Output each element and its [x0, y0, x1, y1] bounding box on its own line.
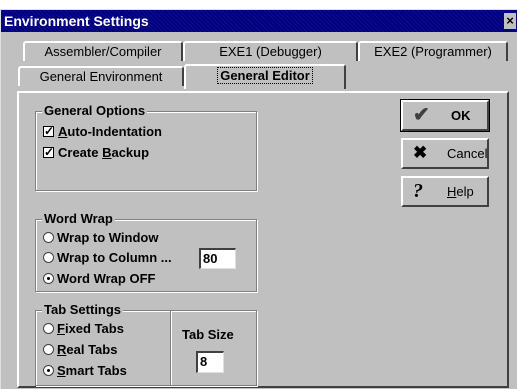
accel-letter: A [58, 124, 68, 139]
option-label: ixed Tabs [64, 321, 124, 336]
group-legend: Tab Settings [42, 302, 124, 318]
accel-letter: H [447, 184, 457, 199]
radio-icon [43, 232, 54, 243]
option-label: Word Wrap OFF [57, 271, 156, 286]
word-wrap-group: Word Wrap Wrap to Window Wrap to Column … [35, 211, 257, 292]
word-wrap-off-radio[interactable]: Word Wrap OFF [43, 271, 155, 287]
title-bar[interactable]: Environment Settings × [1, 10, 517, 32]
option-label: uto-Indentation [67, 124, 162, 139]
accel-letter: F [57, 321, 65, 336]
help-button[interactable]: ? Help [401, 176, 489, 207]
auto-indentation-checkbox[interactable]: Auto-Indentation [43, 123, 162, 140]
radio-icon [43, 323, 54, 334]
wrap-column-input[interactable]: 80 [199, 248, 236, 269]
radio-selected-icon [43, 273, 54, 284]
tab-label: General Editor [217, 67, 313, 84]
tab-label: EXE2 (Programmer) [374, 44, 492, 59]
tab-size-label: Tab Size [182, 327, 234, 342]
wrap-to-window-radio[interactable]: Wrap to Window [43, 230, 158, 246]
checkbox-checked-icon [43, 123, 54, 139]
tab-settings-group: Tab Settings Fixed Tabs Real Tabs Smart … [35, 302, 257, 386]
tab-size-box: Tab Size 8 [170, 310, 257, 386]
checkbox-checked-icon [43, 144, 54, 160]
close-icon[interactable]: × [504, 13, 516, 29]
group-legend: Word Wrap [42, 211, 115, 227]
option-label: Wrap to Window [57, 230, 159, 245]
tab-exe1-debugger[interactable]: EXE1 (Debugger) [183, 41, 358, 61]
radio-icon [43, 252, 54, 263]
checkmark-icon: ✔ [413, 104, 430, 126]
accel-letter: S [57, 363, 66, 378]
wrap-to-column-radio[interactable]: Wrap to Column ... [43, 250, 172, 266]
smart-tabs-radio[interactable]: Smart Tabs [43, 363, 127, 379]
tab-exe2-programmer[interactable]: EXE2 (Programmer) [358, 41, 508, 61]
tab-general-editor[interactable]: General Editor [184, 64, 346, 89]
radio-selected-icon [43, 365, 54, 376]
radio-icon [43, 344, 54, 355]
option-label: Create [58, 145, 103, 160]
tab-label: General Environment [39, 69, 163, 84]
general-options-group: General Options Auto-Indentation Create … [35, 103, 257, 191]
option-label: mart Tabs [65, 363, 127, 378]
help-label: Help [447, 184, 474, 199]
tab-size-input[interactable]: 8 [196, 351, 224, 373]
general-editor-panel: General Options Auto-Indentation Create … [17, 91, 509, 388]
cancel-button[interactable]: ✖ Cancel [401, 138, 489, 169]
help-label-rest: elp [456, 184, 474, 199]
x-icon: ✖ [413, 143, 428, 162]
tab-general-environment[interactable]: General Environment [18, 66, 184, 86]
tab-label: Assembler/Compiler [44, 44, 162, 59]
group-legend: General Options [42, 103, 148, 119]
option-label: eal Tabs [66, 342, 118, 357]
tab-assembler-compiler[interactable]: Assembler/Compiler [23, 41, 183, 61]
cancel-label: Cancel [447, 146, 488, 161]
option-label: Wrap to Column ... [57, 250, 172, 265]
window-title: Environment Settings [4, 13, 149, 29]
tab-label: EXE1 (Debugger) [219, 44, 322, 59]
ok-label: OK [451, 108, 471, 123]
option-label: ackup [111, 145, 150, 160]
question-icon: ? [413, 180, 423, 202]
ok-button[interactable]: ✔ OK [400, 99, 490, 132]
create-backup-checkbox[interactable]: Create Backup [43, 144, 150, 161]
accel-letter: R [57, 342, 67, 357]
environment-settings-window: Environment Settings × Assembler/Compile… [0, 9, 517, 389]
real-tabs-radio[interactable]: Real Tabs [43, 342, 117, 358]
fixed-tabs-radio[interactable]: Fixed Tabs [43, 321, 124, 337]
